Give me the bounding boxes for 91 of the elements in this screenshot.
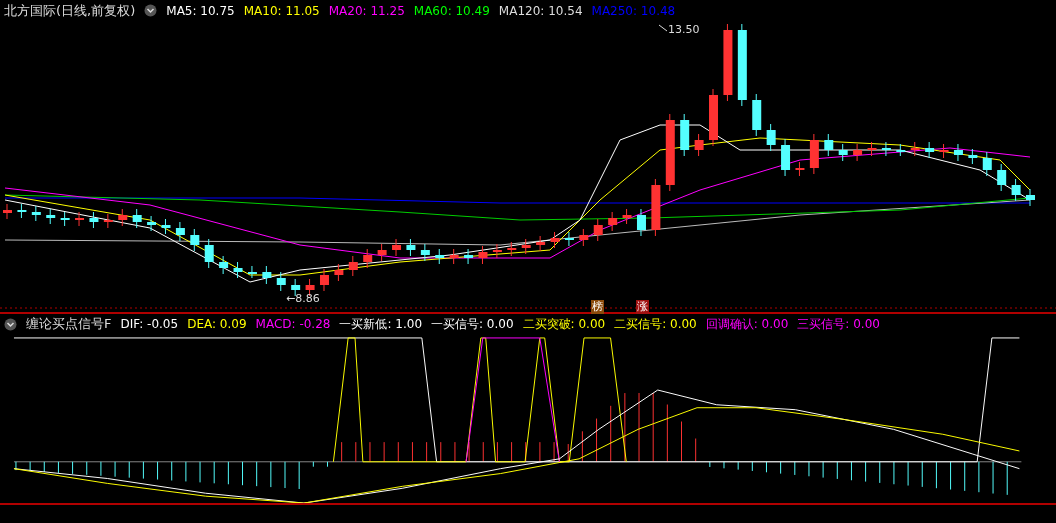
- signal-badge: 涨: [636, 299, 649, 314]
- candle: [1026, 188, 1035, 207]
- candle: [377, 243, 387, 262]
- indicator-value: 二买信号: 0.00: [614, 315, 697, 333]
- low-price-label: ←8.86: [286, 291, 320, 305]
- candle: [709, 88, 718, 147]
- candle: [536, 235, 546, 252]
- candle: [464, 248, 474, 265]
- candle: [492, 243, 502, 259]
- indicator-title: 缠论买点信号F: [26, 315, 112, 334]
- candle: [247, 265, 257, 279]
- candle: [622, 208, 632, 225]
- indicator-value: 回调确认: 0.00: [705, 315, 789, 333]
- candle: [103, 213, 113, 229]
- candle: [680, 113, 690, 157]
- ma-value: MA20: 11.25: [328, 3, 405, 18]
- candle: [420, 243, 430, 262]
- candle: [89, 211, 99, 229]
- candle: [564, 231, 574, 247]
- indicator-value: 一买信号: 0.00: [431, 315, 514, 333]
- candle: [593, 218, 603, 242]
- candle: [276, 271, 286, 292]
- candle: [363, 248, 373, 269]
- signal-badge: 榜: [591, 299, 604, 314]
- candle: [219, 255, 229, 275]
- candle: [968, 148, 978, 165]
- candle: [478, 245, 488, 265]
- candle: [939, 143, 949, 159]
- indicator-value: 二买突破: 0.00: [522, 315, 606, 333]
- indicator-value: DEA: 0.09: [187, 317, 247, 332]
- candle: [320, 268, 329, 292]
- candle: [579, 228, 589, 247]
- indicator-value: 一买新低: 1.00: [339, 315, 422, 333]
- candle: [17, 203, 27, 219]
- candle: [46, 208, 56, 225]
- candle: [867, 141, 877, 157]
- ma-value: MA10: 11.05: [243, 3, 320, 18]
- ma-value: MA60: 10.49: [413, 3, 490, 18]
- candle: [809, 133, 819, 175]
- candle: [348, 255, 358, 277]
- dropdown-icon[interactable]: [4, 317, 17, 331]
- candle: [75, 211, 85, 227]
- indicator-value: 三买信号: 0.00: [797, 315, 880, 333]
- candle: [161, 218, 171, 235]
- candle: [853, 143, 863, 162]
- candle: [694, 133, 704, 157]
- candle: [31, 205, 41, 222]
- candle: [449, 248, 459, 265]
- ma-value: MA5: 10.75: [166, 3, 235, 18]
- candle: [507, 241, 517, 257]
- high-price-label: 13.50: [668, 22, 700, 36]
- candle: [406, 238, 416, 257]
- candle: [925, 141, 935, 159]
- candle: [521, 238, 531, 255]
- candle: [147, 215, 157, 232]
- indicator-value: DIF: -0.05: [120, 317, 179, 332]
- candle: [795, 161, 805, 177]
- candle: [766, 123, 776, 152]
- indicator-value: MACD: -0.28: [255, 317, 331, 332]
- candle: [982, 151, 992, 177]
- candle: [132, 208, 142, 229]
- candle: [636, 208, 646, 237]
- candle: [175, 221, 185, 242]
- stock-title: 北方国际(日线,前复权): [4, 1, 136, 20]
- candle: [881, 141, 891, 157]
- dropdown-icon[interactable]: [144, 4, 158, 18]
- candle: [1011, 178, 1021, 202]
- candle: [824, 133, 834, 157]
- candle: [838, 143, 848, 162]
- candle: [3, 203, 12, 220]
- candle: [997, 163, 1007, 192]
- candle: [752, 93, 762, 137]
- candle: [262, 265, 272, 285]
- candle: [953, 143, 963, 162]
- candle: [781, 138, 791, 177]
- candle: [334, 263, 344, 282]
- candle: [435, 248, 445, 265]
- candle: [118, 208, 128, 227]
- ma-value: MA250: 10.48: [591, 3, 676, 18]
- candle: [60, 211, 70, 227]
- candle: [550, 231, 560, 249]
- leader-line: [658, 24, 668, 32]
- ma-value: MA120: 10.54: [498, 3, 583, 18]
- candle: [190, 228, 200, 252]
- candle: [608, 211, 618, 232]
- candle: [896, 143, 906, 157]
- candle: [233, 261, 243, 279]
- candle: [204, 238, 214, 269]
- candle: [392, 238, 402, 257]
- candle: [910, 141, 920, 157]
- candle: [651, 178, 661, 237]
